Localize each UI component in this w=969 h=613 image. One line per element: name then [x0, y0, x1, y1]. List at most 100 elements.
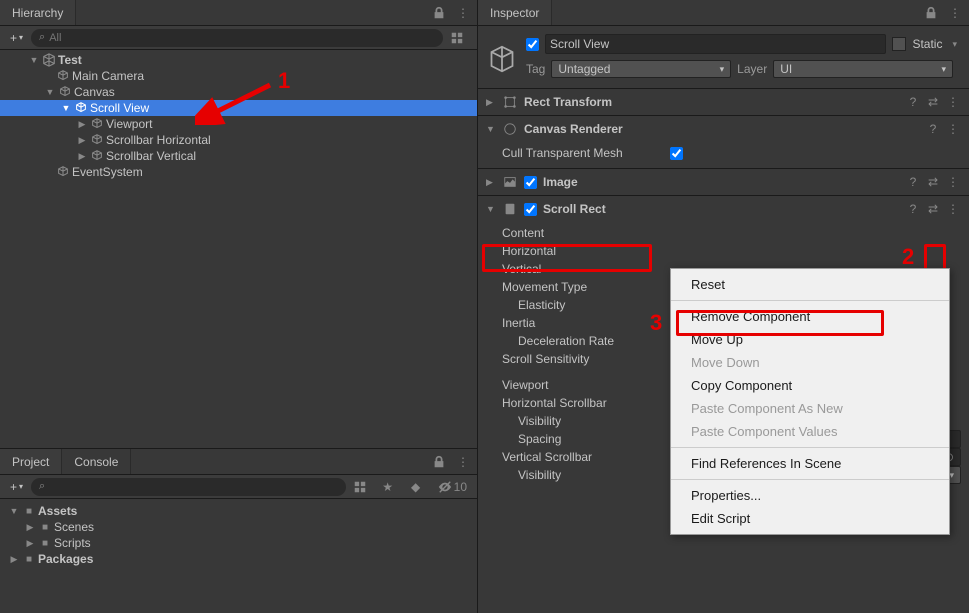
help-icon[interactable]: ? — [905, 174, 921, 190]
component-image: ▶ Image ? ⇄ ⋮ — [478, 168, 969, 195]
folder-packages[interactable]: ▶ Packages — [0, 551, 477, 567]
kebab-icon[interactable]: ⋮ — [945, 174, 961, 190]
layer-dropdown[interactable]: UI ▾ — [773, 60, 953, 78]
kebab-icon[interactable]: ⋮ — [945, 121, 961, 137]
lock-icon[interactable] — [429, 3, 449, 23]
foldout-icon[interactable]: ▶ — [24, 538, 36, 549]
foldout-icon[interactable]: ▼ — [486, 124, 496, 134]
component-header[interactable]: ▼ Canvas Renderer ? ⋮ — [478, 116, 969, 142]
ctx-move-up[interactable]: Move Up — [671, 328, 949, 351]
context-menu: Reset Remove Component Move Up Move Down… — [670, 268, 950, 535]
kebab-icon[interactable]: ⋮ — [453, 452, 473, 472]
lock-icon[interactable] — [429, 452, 449, 472]
hierarchy-search[interactable]: ⌕ — [31, 29, 443, 47]
preset-icon[interactable]: ⇄ — [925, 94, 941, 110]
image-enabled-checkbox[interactable] — [524, 176, 537, 189]
favorite-icon[interactable]: ★ — [378, 477, 398, 497]
project-tab[interactable]: Project — [0, 449, 62, 474]
foldout-icon[interactable]: ▶ — [76, 135, 88, 146]
inspector-header: Static ▾ Tag Untagged ▾ Layer UI ▾ — [478, 30, 969, 88]
inspector-tabbar: Inspector ⋮ — [478, 0, 969, 26]
ctx-find-refs[interactable]: Find References In Scene — [671, 452, 949, 475]
kebab-icon[interactable]: ⋮ — [945, 201, 961, 217]
cull-mesh-checkbox[interactable] — [670, 147, 683, 160]
ctx-reset[interactable]: Reset — [671, 273, 949, 296]
gameobject-name-field[interactable] — [545, 34, 886, 54]
static-dropdown-icon[interactable]: ▾ — [948, 39, 961, 50]
foldout-icon[interactable]: ▼ — [28, 55, 40, 65]
foldout-icon[interactable]: ▶ — [24, 522, 36, 533]
preset-icon[interactable]: ⇄ — [925, 174, 941, 190]
tree-node-scrollbar-h[interactable]: ▶ Scrollbar Horizontal — [0, 132, 477, 148]
kebab-icon[interactable]: ⋮ — [453, 3, 473, 23]
hierarchy-search-input[interactable] — [49, 32, 435, 44]
preset-icon[interactable]: ⇄ — [925, 201, 941, 217]
help-icon[interactable]: ? — [925, 121, 941, 137]
cube-icon — [74, 101, 88, 115]
ctx-remove-component[interactable]: Remove Component — [671, 305, 949, 328]
kebab-icon[interactable]: ⋮ — [945, 94, 961, 110]
foldout-icon[interactable]: ▶ — [76, 119, 88, 130]
help-icon[interactable]: ? — [905, 94, 921, 110]
tree-node-viewport[interactable]: ▶ Viewport — [0, 116, 477, 132]
folder-label: Scripts — [54, 536, 91, 550]
foldout-icon[interactable]: ▶ — [8, 554, 20, 565]
filter-icon[interactable] — [447, 28, 467, 48]
folder-assets[interactable]: ▼ Assets — [0, 503, 477, 519]
static-checkbox[interactable] — [892, 37, 906, 51]
tag-dropdown[interactable]: Untagged ▾ — [551, 60, 731, 78]
ctx-copy-component[interactable]: Copy Component — [671, 374, 949, 397]
hierarchy-tab[interactable]: Hierarchy — [0, 0, 76, 25]
foldout-icon[interactable]: ▼ — [44, 87, 56, 97]
kebab-icon[interactable]: ⋮ — [945, 3, 965, 23]
foldout-icon[interactable]: ▼ — [60, 103, 72, 113]
annotation-3: 3 — [650, 310, 662, 336]
foldout-icon[interactable]: ▼ — [486, 204, 496, 214]
component-title: Canvas Renderer — [524, 122, 919, 136]
label-icon[interactable]: ◆ — [406, 477, 426, 497]
ctx-properties[interactable]: Properties... — [671, 484, 949, 507]
component-header[interactable]: ▶ Rect Transform ? ⇄ ⋮ — [478, 89, 969, 115]
tree-node-canvas[interactable]: ▼ Canvas — [0, 84, 477, 100]
layer-value: UI — [780, 62, 935, 76]
console-tab[interactable]: Console — [62, 449, 131, 474]
folder-scenes[interactable]: ▶ Scenes — [0, 519, 477, 535]
search-icon: ⌕ — [39, 480, 45, 493]
foldout-icon[interactable]: ▶ — [486, 177, 496, 188]
ctx-paste-values: Paste Component Values — [671, 420, 949, 443]
tree-node-scroll-view[interactable]: ▼ Scroll View — [0, 100, 477, 116]
create-button[interactable]: +▾ — [6, 29, 27, 47]
scroll-sensitivity-label: Scroll Sensitivity — [502, 352, 662, 366]
scroll-rect-enabled-checkbox[interactable] — [524, 203, 537, 216]
tree-node-scrollbar-v[interactable]: ▶ Scrollbar Vertical — [0, 148, 477, 164]
component-header[interactable]: ▼ Scroll Rect ? ⇄ ⋮ — [478, 196, 969, 222]
help-icon[interactable]: ? — [905, 201, 921, 217]
filter-icon[interactable] — [350, 477, 370, 497]
canvas-renderer-icon — [502, 121, 518, 137]
gameobject-active-checkbox[interactable] — [526, 38, 539, 51]
project-panel: Project Console ⋮ +▾ ⌕ ★ ◆ 10 ▼ Ass — [0, 448, 477, 613]
inspector-tab[interactable]: Inspector — [478, 0, 552, 25]
ctx-paste-as-new: Paste Component As New — [671, 397, 949, 420]
hierarchy-tree: ▼ Test Main Camera ▼ Canvas ▼ Scroll Vie… — [0, 50, 477, 448]
inspector-body: Static ▾ Tag Untagged ▾ Layer UI ▾ — [478, 26, 969, 613]
foldout-icon[interactable]: ▶ — [76, 151, 88, 162]
project-search[interactable]: ⌕ — [31, 478, 346, 496]
folder-scripts[interactable]: ▶ Scripts — [0, 535, 477, 551]
scene-node[interactable]: ▼ Test — [0, 52, 477, 68]
ctx-edit-script[interactable]: Edit Script — [671, 507, 949, 530]
component-title: Rect Transform — [524, 95, 899, 109]
project-search-input[interactable] — [49, 481, 337, 493]
tree-node-eventsystem[interactable]: EventSystem — [0, 164, 477, 180]
lock-icon[interactable] — [921, 3, 941, 23]
folder-label: Assets — [38, 504, 77, 518]
image-icon — [502, 174, 518, 190]
component-header[interactable]: ▶ Image ? ⇄ ⋮ — [478, 169, 969, 195]
foldout-icon[interactable]: ▼ — [8, 506, 20, 516]
hidden-toggle[interactable]: 10 — [434, 478, 471, 496]
create-button[interactable]: +▾ — [6, 478, 27, 496]
foldout-icon[interactable]: ▶ — [486, 97, 496, 108]
tree-node-main-camera[interactable]: Main Camera — [0, 68, 477, 84]
component-canvas-renderer: ▼ Canvas Renderer ? ⋮ Cull Transparent M… — [478, 115, 969, 168]
scroll-rect-icon — [502, 201, 518, 217]
